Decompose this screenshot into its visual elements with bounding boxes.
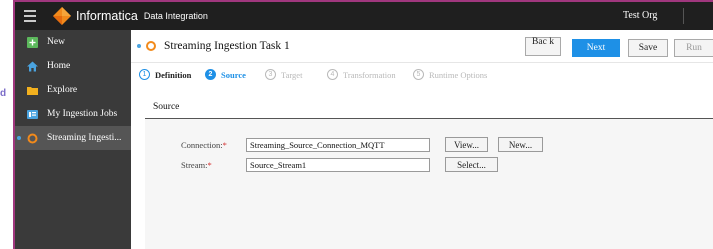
step-label: Runtime Options [429, 69, 488, 80]
sidebar-item-streaming-ingestion[interactable]: Streaming Ingesti... [15, 126, 131, 150]
hamburger-menu-icon[interactable] [19, 2, 41, 30]
section-title: Source [153, 102, 180, 112]
stream-field[interactable]: Source_Stream1 [246, 158, 430, 172]
save-button[interactable]: Save [628, 39, 668, 57]
step-label: Definition [155, 69, 192, 80]
sidebar-item-label: Home [47, 61, 71, 71]
topbar-divider [683, 8, 684, 24]
sidebar-item-label: My Ingestion Jobs [47, 109, 118, 119]
required-marker: * [207, 160, 212, 170]
top-bar: Informatica Data Integration Test Org [15, 2, 713, 30]
next-button[interactable]: Next [572, 39, 620, 57]
step-number: 2 [205, 69, 216, 80]
task-title: Streaming Ingestion Task 1 [164, 40, 290, 52]
sidebar-item-explore[interactable]: Explore [15, 78, 131, 102]
main-content: Streaming Ingestion Task 1 Bac k Next Sa… [131, 30, 713, 249]
step-label: Source [221, 69, 246, 80]
brand-name: Informatica [76, 9, 138, 23]
step-definition[interactable]: 1 Definition [139, 69, 191, 80]
step-label: Target [281, 69, 303, 80]
sidebar-item-home[interactable]: Home [15, 54, 131, 78]
section-header: Source [145, 93, 713, 119]
folder-icon [27, 85, 38, 96]
plus-icon [27, 36, 38, 48]
select-stream-button[interactable]: Select... [445, 157, 498, 172]
step-target[interactable]: 3 Target [265, 69, 302, 80]
sidebar-item-new[interactable]: New [15, 30, 131, 54]
informatica-logo-icon [53, 7, 71, 25]
outside-fragment-letter: d [0, 88, 7, 99]
step-number: 1 [139, 69, 150, 80]
step-label: Transformation [343, 69, 396, 80]
jobs-icon [27, 109, 38, 120]
sidebar-item-label: Explore [47, 85, 78, 95]
view-connection-button[interactable]: View... [445, 137, 488, 152]
sidebar-item-my-ingestion-jobs[interactable]: My Ingestion Jobs [15, 102, 131, 126]
source-panel: Source Connection:* Streaming_Source_Con… [145, 93, 713, 249]
back-button[interactable]: Bac k [525, 37, 561, 56]
active-indicator-dot [17, 136, 21, 140]
step-transformation[interactable]: 4 Transformation [327, 69, 396, 80]
home-icon [27, 61, 38, 72]
required-marker: * [222, 140, 227, 150]
stream-label-text: Stream: [181, 160, 208, 170]
connection-label: Connection:* [181, 140, 227, 150]
step-number: 5 [413, 69, 424, 80]
org-name[interactable]: Test Org [623, 10, 657, 21]
streaming-task-icon [146, 41, 156, 51]
step-runtime-options[interactable]: 5 Runtime Options [413, 69, 487, 80]
run-button[interactable]: Run [674, 39, 713, 57]
unsaved-dot-icon [137, 44, 141, 48]
app-window: Informatica Data Integration Test Org Ne… [13, 0, 713, 249]
section-divider [145, 118, 713, 119]
new-connection-button[interactable]: New... [498, 137, 543, 152]
task-title-bar: Streaming Ingestion Task 1 Bac k Next Sa… [131, 30, 713, 63]
sidebar-item-label: Streaming Ingesti... [47, 133, 122, 143]
connection-label-text: Connection: [181, 140, 223, 150]
streaming-ring-icon [27, 133, 38, 144]
sidebar: New Home Explore My Ingestion Jobs Strea… [15, 30, 131, 249]
sidebar-item-label: New [47, 37, 65, 47]
product-name: Data Integration [143, 11, 208, 21]
stream-label: Stream:* [181, 160, 212, 170]
wizard-stepper: 1 Definition 2 Source 3 Target 4 Transfo… [131, 63, 713, 87]
step-source[interactable]: 2 Source [205, 69, 246, 80]
connection-field[interactable]: Streaming_Source_Connection_MQTT [246, 138, 430, 152]
step-number: 3 [265, 69, 276, 80]
step-number: 4 [327, 69, 338, 80]
